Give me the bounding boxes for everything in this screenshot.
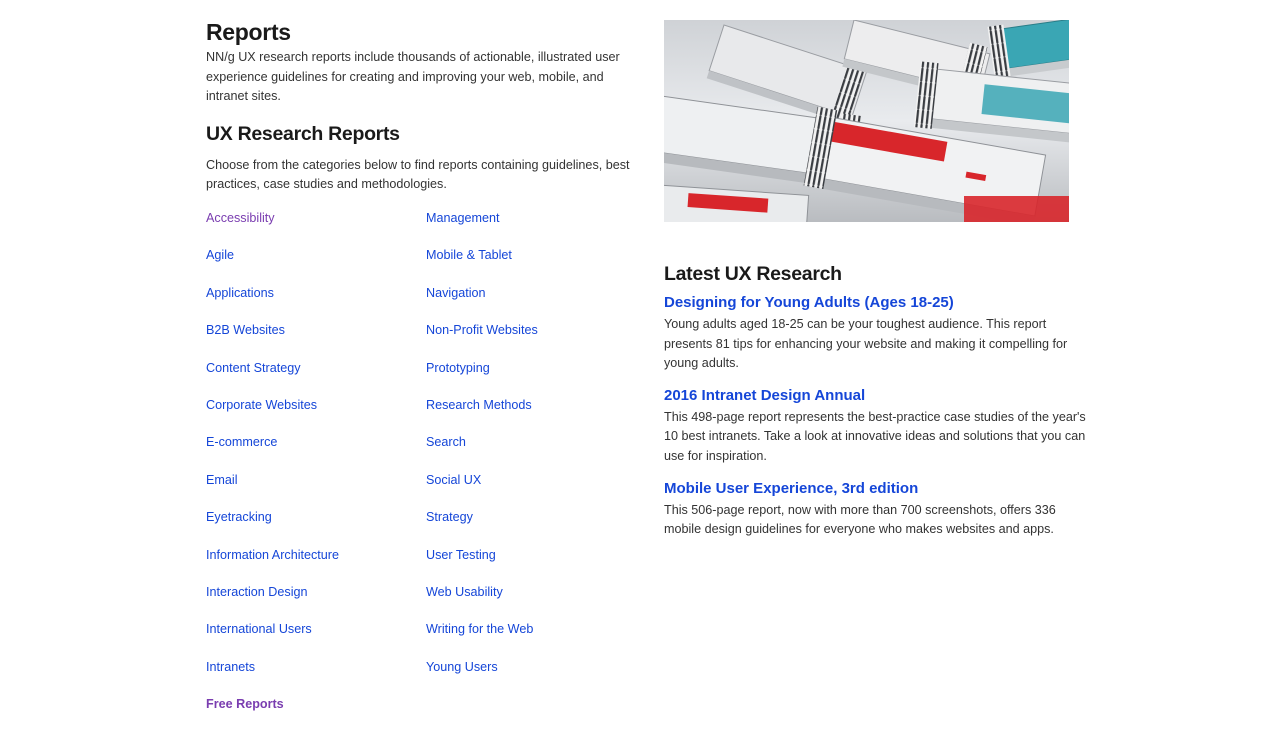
category-link-intranets[interactable]: Intranets — [206, 657, 416, 694]
report-description: This 506-page report, now with more than… — [664, 502, 1056, 537]
latest-ux-research-heading: Latest UX Research — [664, 263, 842, 285]
report-link-mobile-user-experience[interactable]: Mobile User Experience, 3rd edition — [664, 479, 1089, 499]
hero-image-spiral-bound-reports — [664, 20, 1069, 222]
category-link-agile[interactable]: Agile — [206, 245, 416, 282]
category-link-search[interactable]: Search — [426, 432, 636, 469]
category-link-management[interactable]: Management — [426, 208, 636, 245]
category-link-strategy[interactable]: Strategy — [426, 507, 636, 544]
category-link-information-architecture[interactable]: Information Architecture — [206, 545, 416, 582]
report-link-intranet-design-annual[interactable]: 2016 Intranet Design Annual — [664, 386, 1089, 406]
category-link-prototyping[interactable]: Prototyping — [426, 358, 636, 395]
report-link-designing-for-young-adults[interactable]: Designing for Young Adults (Ages 18-25) — [664, 293, 1089, 313]
category-link-user-testing[interactable]: User Testing — [426, 545, 636, 582]
reports-photo-illustration — [664, 20, 1069, 222]
category-link-non-profit-websites[interactable]: Non-Profit Websites — [426, 320, 636, 357]
category-link-interaction-design[interactable]: Interaction Design — [206, 582, 416, 619]
category-link-email[interactable]: Email — [206, 470, 416, 507]
category-link-corporate-websites[interactable]: Corporate Websites — [206, 395, 416, 432]
ux-research-reports-heading: UX Research Reports — [206, 122, 400, 145]
category-link-b2b-websites[interactable]: B2B Websites — [206, 320, 416, 357]
report-description: This 498-page report represents the best… — [664, 409, 1086, 463]
category-link-accessibility[interactable]: Accessibility — [206, 208, 416, 245]
category-link-research-methods[interactable]: Research Methods — [426, 395, 636, 432]
category-link-young-users[interactable]: Young Users — [426, 657, 636, 694]
category-column-1: Accessibility Agile Applications B2B Web… — [206, 208, 416, 731]
category-link-web-usability[interactable]: Web Usability — [426, 582, 636, 619]
category-link-applications[interactable]: Applications — [206, 283, 416, 320]
categories-intro-text: Choose from the categories below to find… — [206, 157, 630, 192]
category-link-navigation[interactable]: Navigation — [426, 283, 636, 320]
reports-intro-text: NN/g UX research reports include thousan… — [206, 50, 620, 104]
category-link-international-users[interactable]: International Users — [206, 619, 416, 656]
category-link-social-ux[interactable]: Social UX — [426, 470, 636, 507]
latest-report-item: Designing for Young Adults (Ages 18-25) … — [664, 293, 1089, 374]
report-description: Young adults aged 18-25 can be your toug… — [664, 317, 1068, 371]
page-title: Reports — [206, 19, 291, 45]
latest-ux-research-section: Latest UX Research Designing for Young A… — [664, 262, 1089, 540]
category-link-writing-for-the-web[interactable]: Writing for the Web — [426, 619, 636, 656]
category-link-eyetracking[interactable]: Eyetracking — [206, 507, 416, 544]
category-link-e-commerce[interactable]: E-commerce — [206, 432, 416, 469]
category-column-2: Management Mobile & Tablet Navigation No… — [426, 208, 636, 694]
category-link-mobile-tablet[interactable]: Mobile & Tablet — [426, 245, 636, 282]
reports-intro-section: Reports NN/g UX research reports include… — [206, 18, 636, 195]
latest-report-item: Mobile User Experience, 3rd edition This… — [664, 479, 1089, 540]
free-reports-link[interactable]: Free Reports — [206, 694, 416, 731]
category-link-content-strategy[interactable]: Content Strategy — [206, 358, 416, 395]
latest-report-item: 2016 Intranet Design Annual This 498-pag… — [664, 386, 1089, 467]
